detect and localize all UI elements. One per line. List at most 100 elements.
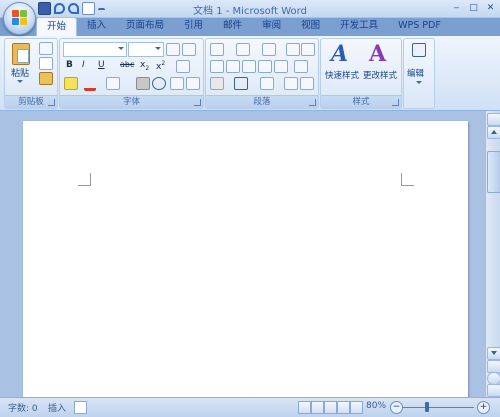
editing-button[interactable]: 编辑: [407, 67, 424, 79]
cut-icon[interactable]: [39, 42, 53, 55]
grow-font-icon[interactable]: [166, 43, 180, 56]
line-spacing-icon[interactable]: [294, 60, 308, 73]
character-shading-icon[interactable]: [136, 77, 150, 90]
superscript-button[interactable]: x2: [156, 60, 165, 72]
shading-icon[interactable]: [210, 77, 224, 90]
title-bar: 文档 1 - Microsoft Word ‒ □ ✕: [0, 0, 500, 18]
next-page-button[interactable]: [487, 384, 500, 397]
paragraph-launcher-icon[interactable]: [309, 99, 316, 106]
enclose-characters-icon[interactable]: [152, 77, 166, 90]
styles-group-label: 样式: [321, 95, 401, 108]
outline-view-button[interactable]: [337, 401, 350, 414]
align-left-icon[interactable]: [210, 60, 224, 73]
text-effects-icon[interactable]: [106, 77, 120, 90]
align-right-icon[interactable]: [242, 60, 256, 73]
vertical-scrollbar[interactable]: [485, 111, 500, 397]
maximize-button[interactable]: □: [465, 1, 482, 14]
clear-format-icon[interactable]: [182, 43, 196, 56]
zoom-level[interactable]: 80%: [366, 401, 386, 411]
scroll-up-button[interactable]: [487, 126, 500, 139]
tab-page-layout[interactable]: 页面布局: [116, 17, 174, 36]
tab-review[interactable]: 审阅: [252, 17, 291, 36]
word-count[interactable]: 字数: 0: [8, 401, 38, 414]
tab-mailings[interactable]: 邮件: [213, 17, 252, 36]
styles-launcher-icon[interactable]: [392, 99, 399, 106]
numbering-icon[interactable]: [236, 43, 250, 56]
styles-group: A A 快速样式 更改样式 样式: [320, 38, 402, 109]
tab-insert[interactable]: 插入: [77, 17, 116, 36]
tab-references[interactable]: 引用: [174, 17, 213, 36]
copy-icon[interactable]: [39, 57, 53, 70]
office-logo-icon: [12, 10, 27, 25]
zoom-slider-knob[interactable]: [425, 402, 429, 412]
multilevel-list-icon[interactable]: [262, 43, 276, 56]
change-case-icon[interactable]: [176, 60, 190, 73]
sort-icon[interactable]: [284, 77, 298, 90]
document-page[interactable]: [23, 121, 468, 397]
document-area: [0, 111, 485, 397]
find-icon[interactable]: [412, 43, 426, 57]
editing-group: 编辑: [403, 38, 435, 109]
font-launcher-icon[interactable]: [194, 99, 201, 106]
decrease-indent-icon[interactable]: [286, 43, 300, 56]
distributed-icon[interactable]: [274, 60, 288, 73]
grow-font-size-icon[interactable]: [170, 77, 184, 90]
scroll-down-button[interactable]: [487, 347, 500, 360]
paragraph-group: 段落: [205, 38, 319, 109]
crop-mark-top-right: [401, 173, 414, 186]
clipboard-launcher-icon[interactable]: [48, 99, 55, 106]
zoom-in-button[interactable]: +: [477, 401, 490, 414]
scroll-thumb[interactable]: [487, 151, 500, 193]
paste-dropdown-icon[interactable]: [17, 80, 23, 83]
macro-record-icon[interactable]: [74, 401, 87, 414]
paste-button-label[interactable]: 粘贴: [11, 66, 29, 79]
font-group-label: 字体: [60, 95, 203, 108]
crop-mark-top-left: [78, 173, 91, 186]
increase-indent-icon[interactable]: [301, 43, 315, 56]
font-group: B I U abc x2 x2 字体: [59, 38, 204, 109]
paragraph-group-label: 段落: [206, 95, 318, 108]
tab-developer[interactable]: 开发工具: [330, 17, 388, 36]
font-size-combo[interactable]: [128, 42, 164, 57]
insert-mode[interactable]: 插入: [48, 401, 66, 414]
font-name-combo[interactable]: [63, 42, 127, 57]
font-color-icon[interactable]: [84, 77, 96, 91]
quick-styles-icon[interactable]: A: [331, 41, 348, 67]
tab-home[interactable]: 开始: [36, 17, 78, 36]
strikethrough-button[interactable]: abc: [120, 60, 134, 69]
chinese-layout-icon[interactable]: [260, 77, 274, 90]
subscript-button[interactable]: x2: [140, 60, 149, 72]
web-layout-view-button[interactable]: [324, 401, 337, 414]
minimize-button[interactable]: ‒: [448, 1, 465, 14]
editing-dropdown-icon[interactable]: [416, 81, 422, 84]
zoom-slider-track[interactable]: [402, 407, 474, 408]
shrink-font-size-icon[interactable]: [186, 77, 200, 90]
office-button[interactable]: [3, 2, 36, 35]
print-layout-view-button[interactable]: [298, 401, 311, 414]
bold-button[interactable]: B: [66, 60, 73, 70]
full-screen-reading-view-button[interactable]: [311, 401, 324, 414]
borders-icon[interactable]: [234, 77, 248, 90]
ribbon-tabs: 开始 插入 页面布局 引用 邮件 审阅 视图 开发工具 WPS PDF: [36, 17, 451, 36]
tab-view[interactable]: 视图: [291, 17, 330, 36]
close-button[interactable]: ✕: [482, 1, 499, 14]
paste-icon[interactable]: [12, 43, 30, 65]
italic-button[interactable]: I: [82, 60, 85, 70]
clipboard-group: 粘贴 剪贴板: [4, 38, 58, 109]
format-painter-icon[interactable]: [39, 72, 53, 85]
align-center-icon[interactable]: [226, 60, 240, 73]
ribbon: 粘贴 剪贴板 B I U abc x2 x2 字体 段落 A A 快速样式 更改…: [0, 36, 500, 111]
tab-wps-pdf[interactable]: WPS PDF: [388, 17, 451, 36]
quick-styles-button[interactable]: 快速样式: [325, 69, 359, 81]
draft-view-button[interactable]: [350, 401, 363, 414]
status-bar: 字数: 0 插入 80% − +: [0, 397, 500, 417]
justify-icon[interactable]: [258, 60, 272, 73]
change-styles-button[interactable]: 更改样式: [363, 69, 397, 81]
bullets-icon[interactable]: [210, 43, 224, 56]
window-title: 文档 1 - Microsoft Word: [193, 6, 307, 17]
highlight-icon[interactable]: [64, 77, 78, 90]
show-marks-icon[interactable]: [300, 77, 314, 90]
ruler-toggle-icon[interactable]: [487, 113, 500, 126]
change-styles-icon[interactable]: A: [369, 41, 386, 67]
underline-button[interactable]: U: [98, 60, 105, 70]
